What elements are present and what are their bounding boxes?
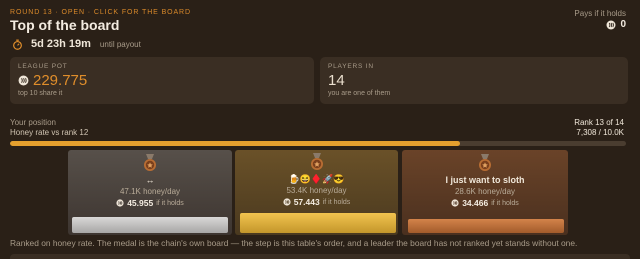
honey-coin-icon <box>18 75 29 86</box>
podium-step-bronze <box>408 219 564 233</box>
players-card: PLAYERS IN 14 you are one of them <box>320 57 628 104</box>
medal-icon <box>310 153 323 170</box>
honey-coin-icon <box>606 20 616 29</box>
podium-name: 🍺😆♦️🚀😎 <box>288 174 345 184</box>
timer-note: until payout <box>99 39 141 49</box>
page-title: Top of the board <box>10 17 120 33</box>
league-pot-sub: top 10 share it <box>18 90 63 97</box>
podium-hold-note: if it holds <box>491 199 519 207</box>
podium-step-gold <box>240 213 396 233</box>
league-pot-label: LEAGUE POT <box>18 63 68 70</box>
progress-fill <box>10 141 461 146</box>
pays-value: 0 <box>606 19 626 30</box>
podium-hold-note: if it holds <box>156 199 184 207</box>
medal-icon <box>479 154 491 171</box>
payout-timer: 5d 23h 19m until payout <box>12 38 141 50</box>
progress-bar <box>10 141 626 146</box>
rank-label: Rank 13 of 14 <box>574 118 624 127</box>
position-label: Your position <box>10 118 56 127</box>
podium-name: ↔ <box>145 175 155 185</box>
medal-icon <box>144 154 156 171</box>
podium-hold-note: if it holds <box>322 198 351 206</box>
podium-rate: 28.6K honey/day <box>454 187 516 196</box>
timer-value: 5d 23h 19m <box>31 38 91 50</box>
league-pot-value: 229.775 <box>33 72 88 89</box>
podium-hold-value: 34.466 <box>462 198 489 208</box>
podium-rate: 47.1K honey/day <box>119 187 181 196</box>
next-section-strip <box>10 254 630 259</box>
players-label: PLAYERS IN <box>328 63 374 70</box>
position-sub: Honey rate vs rank 12 <box>10 128 89 137</box>
honey-coin-icon <box>116 199 124 207</box>
podium-hold-value: 57.443 <box>293 197 320 207</box>
podium-hold-value: 45.955 <box>127 198 154 208</box>
league-pot-card: LEAGUE POT 229.775 top 10 share it <box>10 57 314 104</box>
stopwatch-icon <box>13 39 22 50</box>
round-label[interactable]: ROUND 13 · OPEN · CLICK FOR THE BOARD <box>10 9 191 16</box>
pays-label: Pays if it holds <box>574 9 626 18</box>
honey-coin-icon <box>283 198 291 206</box>
honey-coin-icon <box>451 199 459 207</box>
podium-step-silver <box>72 217 228 233</box>
podium-name: I just want to sloth <box>445 175 525 185</box>
podium-rate: 53.4K honey/day <box>286 186 347 195</box>
players-value: 14 <box>328 72 345 89</box>
pays-amount: 0 <box>620 19 626 30</box>
progress-text: 7,308 / 10.0K <box>576 128 624 137</box>
players-sub: you are one of them <box>328 90 391 97</box>
footnote: Ranked on honey rate. The medal is the c… <box>10 238 578 248</box>
